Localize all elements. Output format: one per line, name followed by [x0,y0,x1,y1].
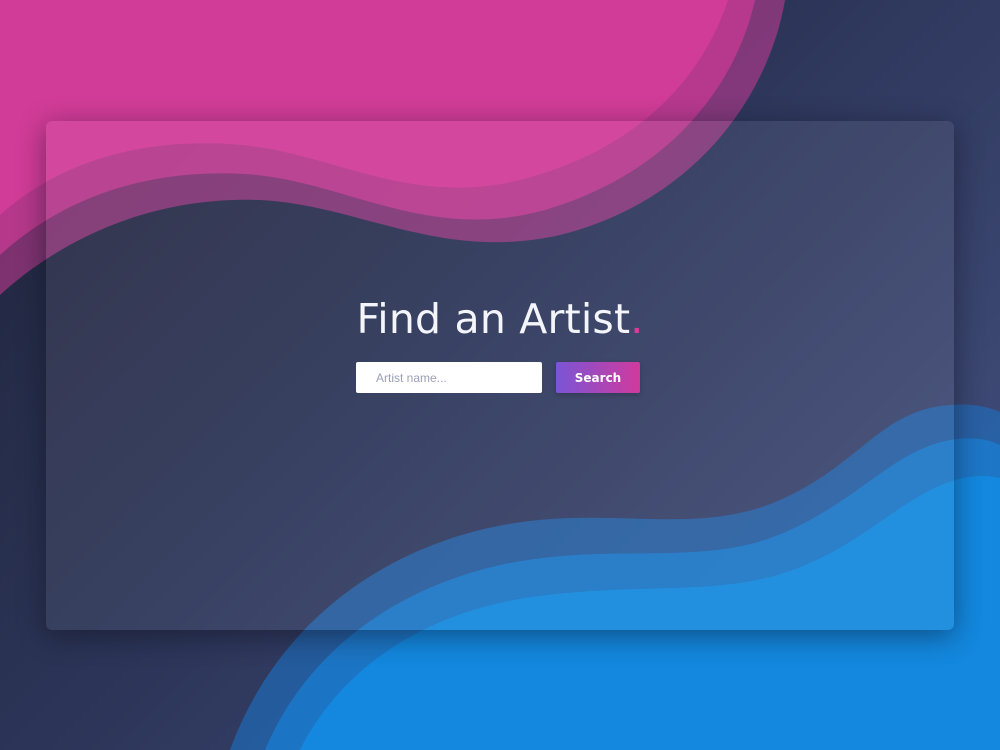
page-title-text: Find an Artist [356,295,631,343]
page-background: Find an Artist. Search [0,0,1000,750]
artist-search-input[interactable] [356,362,542,393]
search-button[interactable]: Search [556,362,640,393]
search-card: Find an Artist. Search [46,121,954,630]
search-form: Search [356,362,640,393]
title-accent-dot: . [630,295,644,343]
card-content: Find an Artist. Search [46,121,954,630]
page-title: Find an Artist. [46,293,954,345]
